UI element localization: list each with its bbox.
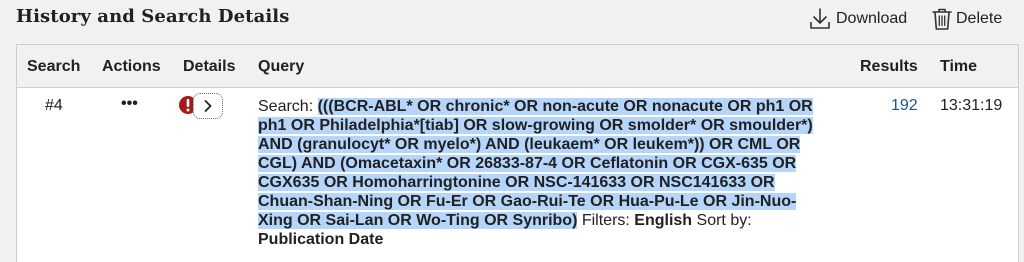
download-icon: [810, 8, 830, 29]
column-header-query: Query: [258, 58, 305, 75]
filters-label: Filters:: [577, 212, 635, 229]
column-header-search: Search: [27, 58, 81, 75]
search-query: Search: (((BCR-ABL* OR chronic* OR non-a…: [258, 97, 828, 249]
history-table: Search Actions Details Query Results Tim…: [16, 44, 1019, 262]
delete-button[interactable]: Delete: [932, 7, 1002, 31]
history-header: History and Search Details Download Dele…: [0, 0, 1024, 40]
column-header-details: Details: [183, 58, 236, 75]
column-header-actions: Actions: [102, 58, 161, 75]
chevron-right-icon: [204, 100, 212, 112]
search-time: 13:31:19: [940, 97, 1003, 114]
download-button[interactable]: Download: [808, 7, 907, 31]
trash-icon: [932, 8, 952, 30]
query-prefix: Search:: [258, 98, 318, 115]
actions-menu-button[interactable]: •••: [121, 95, 138, 113]
filters-value: English: [634, 212, 693, 229]
sort-label: Sort by:: [692, 212, 752, 229]
query-string: (((BCR-ABL* OR chronic* OR non-acute OR …: [258, 98, 813, 229]
sort-value: Publication Date: [258, 231, 384, 248]
details-toggle-button[interactable]: [193, 93, 223, 119]
search-number: #4: [45, 97, 63, 114]
section-title: History and Search Details: [16, 6, 290, 27]
table-header-row: Search Actions Details Query Results Tim…: [17, 45, 1018, 88]
download-label: Download: [836, 10, 908, 27]
column-header-results: Results: [860, 58, 918, 75]
results-count-link[interactable]: 192: [891, 97, 918, 115]
column-header-time: Time: [940, 58, 978, 75]
table-row: #4 ••• Search: (((BCR-ABL* OR chronic* O…: [17, 89, 1018, 259]
delete-label: Delete: [956, 10, 1003, 27]
